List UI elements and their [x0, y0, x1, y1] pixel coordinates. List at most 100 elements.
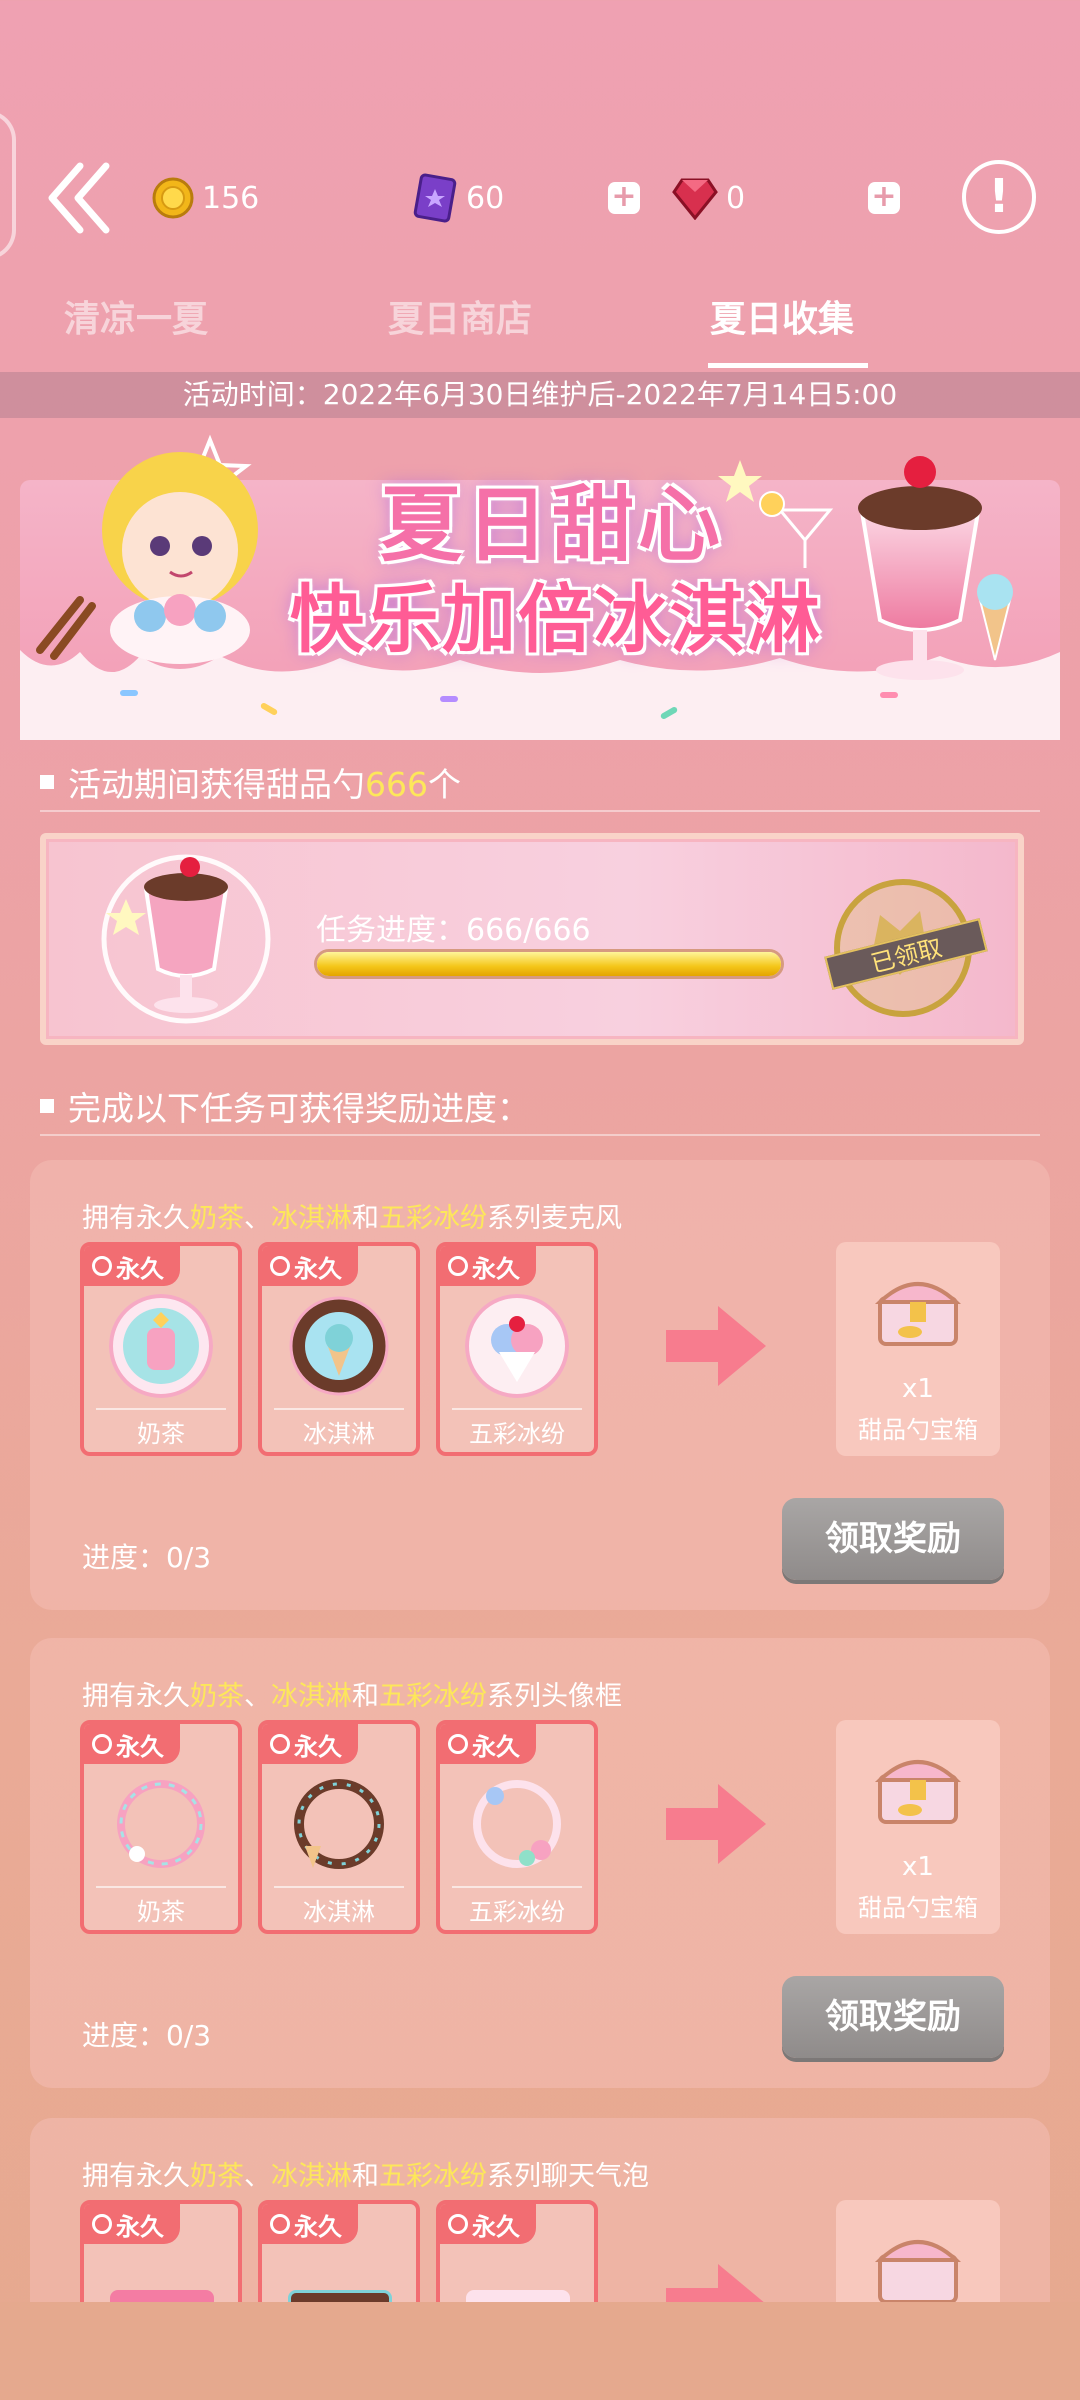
reward-dessert-spoon-chest[interactable]: x1 甜品勺宝箱: [836, 1720, 1000, 1934]
claim-reward-button[interactable]: 领取奖励: [782, 1498, 1004, 1580]
task-title: 拥有永久奶茶、冰淇淋和五彩冰纷系列麦克风: [82, 1203, 622, 1234]
colorful-ice-mic-icon: [465, 1294, 569, 1398]
reward-name: 甜品勺宝箱: [858, 1416, 978, 1444]
clock-icon: [448, 1734, 468, 1754]
task-card-microphone: 拥有永久奶茶、冰淇淋和五彩冰纷系列麦克风 永久 奶茶 永久 冰淇淋 永久 五彩冰…: [30, 1160, 1050, 1610]
item-divider: [96, 1886, 226, 1888]
item-divider: [452, 1408, 582, 1410]
treasure-chest-icon: [874, 1282, 962, 1346]
arrow-right-icon: [666, 1306, 766, 1386]
treasure-chest-icon: [874, 1760, 962, 1824]
bullet-square-icon: [40, 775, 54, 789]
active-tab-indicator: [708, 363, 868, 368]
tasks-section-title: 完成以下任务可获得奖励进度：: [68, 1089, 530, 1128]
banner-title-sub: 快乐加倍冰淇淋: [290, 577, 822, 663]
reward-dessert-spoon-chest[interactable]: x1 甜品勺宝箱: [836, 1242, 1000, 1456]
back-chevron-icon[interactable]: [44, 158, 124, 238]
clock-icon: [270, 1256, 290, 1276]
clock-icon: [92, 1256, 112, 1276]
permanent-badge: 永久: [440, 2204, 536, 2244]
event-banner: 夏日甜心 快乐加倍冰淇淋: [20, 420, 1060, 740]
item-name: 五彩冰纷: [469, 1420, 565, 1448]
task-progress-label: 任务进度：666/666: [316, 913, 591, 948]
ticket-value: 60: [466, 180, 505, 216]
clock-icon: [448, 2214, 468, 2234]
collect-text-before: 活动期间获得甜品勺: [68, 765, 365, 804]
task-progress-text: 进度：0/3: [82, 2019, 212, 2052]
collect-highlight-count: 666: [365, 765, 428, 804]
item-name: 奶茶: [137, 1420, 185, 1448]
ice-cream-mic-icon: [289, 1296, 389, 1396]
ruby-gem-icon: [672, 178, 718, 220]
permanent-badge: 永久: [262, 1724, 358, 1764]
claim-reward-button[interactable]: 领取奖励: [782, 1976, 1004, 2058]
claimed-stamp: 已领取: [824, 879, 988, 1017]
permanent-badge: 永久: [262, 1246, 358, 1286]
gold-coin-icon: [152, 177, 194, 219]
item-ice-cream-mic[interactable]: 永久 冰淇淋: [258, 1242, 420, 1456]
permanent-badge: 永久: [84, 2204, 180, 2244]
bottom-nav-strip: [0, 2302, 1080, 2400]
clock-icon: [92, 1734, 112, 1754]
item-divider: [274, 1408, 404, 1410]
task-title: 拥有永久奶茶、冰淇淋和五彩冰纷系列聊天气泡: [82, 2161, 649, 2192]
add-tickets-button[interactable]: +: [608, 182, 640, 214]
colorful-ice-frame-icon: [473, 1780, 561, 1868]
task-card-avatar-frame: 拥有永久奶茶、冰淇淋和五彩冰纷系列头像框 永久 奶茶 永久 冰淇淋 永久 五彩冰: [30, 1638, 1050, 2088]
item-ice-cream-frame[interactable]: 永久 冰淇淋: [258, 1720, 420, 1934]
parfait-icon: [101, 854, 271, 1024]
ticket-counter: 60: [412, 173, 504, 223]
coin-counter: 156: [152, 173, 259, 223]
item-name: 冰淇淋: [303, 1898, 375, 1926]
reward-name: 甜品勺宝箱: [858, 1894, 978, 1922]
permanent-badge: 永久: [262, 2204, 358, 2244]
permanent-badge: 永久: [440, 1724, 536, 1764]
clock-icon: [92, 2214, 112, 2234]
task-progress-fill: [317, 952, 781, 976]
permanent-badge: 永久: [84, 1246, 180, 1286]
task-progress-bar: [314, 949, 784, 979]
permanent-badge: 永久: [84, 1724, 180, 1764]
tab-bar: 清凉一夏 夏日商店 夏日收集: [0, 290, 1080, 370]
arrow-right-icon: [666, 1784, 766, 1864]
gem-value: 0: [726, 180, 746, 216]
event-time-bar: 活动时间：2022年6月30日维护后-2022年7月14日5:00: [0, 372, 1080, 418]
tab-summer-shop[interactable]: 夏日商店: [388, 290, 532, 342]
item-milk-tea-frame[interactable]: 永久 奶茶: [80, 1720, 242, 1934]
add-gems-button[interactable]: +: [868, 182, 900, 214]
task-progress-text: 进度：0/3: [82, 1541, 212, 1574]
info-button[interactable]: !: [962, 160, 1036, 234]
top-bar: 156 60 + 0 + !: [0, 0, 1080, 280]
item-colorful-ice-mic[interactable]: 永久 五彩冰纷: [436, 1242, 598, 1456]
item-name: 冰淇淋: [303, 1420, 375, 1448]
milk-tea-frame-icon: [117, 1780, 205, 1868]
section-divider: [40, 810, 1040, 812]
task-title: 拥有永久奶茶、冰淇淋和五彩冰纷系列头像框: [82, 1681, 622, 1712]
ice-cream-frame-icon: [294, 1779, 384, 1869]
item-name: 五彩冰纷: [469, 1898, 565, 1926]
tab-summer-collect[interactable]: 夏日收集: [710, 290, 854, 342]
tab-cool-summer[interactable]: 清凉一夏: [64, 290, 208, 342]
item-colorful-ice-frame[interactable]: 永久 五彩冰纷: [436, 1720, 598, 1934]
item-milk-tea-mic[interactable]: 永久 奶茶: [80, 1242, 242, 1456]
milk-tea-mic-icon: [109, 1294, 213, 1398]
purple-ticket-icon: [413, 173, 457, 223]
clock-icon: [448, 1256, 468, 1276]
item-divider: [96, 1408, 226, 1410]
section-divider: [40, 1134, 1040, 1136]
collect-text-after: 个: [428, 765, 461, 804]
collect-section-heading: 活动期间获得甜品勺666个: [40, 758, 461, 806]
coin-value: 156: [202, 180, 260, 216]
side-drawer-handle[interactable]: [0, 110, 16, 260]
item-name: 奶茶: [137, 1898, 185, 1926]
tasks-section-heading: 完成以下任务可获得奖励进度：: [40, 1082, 530, 1130]
bullet-square-icon: [40, 1099, 54, 1113]
reward-qty: x1: [902, 1374, 934, 1404]
reward-qty: x1: [902, 1852, 934, 1882]
item-divider: [274, 1886, 404, 1888]
permanent-badge: 永久: [440, 1246, 536, 1286]
clock-icon: [270, 2214, 290, 2234]
clock-icon: [270, 1734, 290, 1754]
gem-counter: 0: [672, 173, 745, 223]
item-divider: [452, 1886, 582, 1888]
